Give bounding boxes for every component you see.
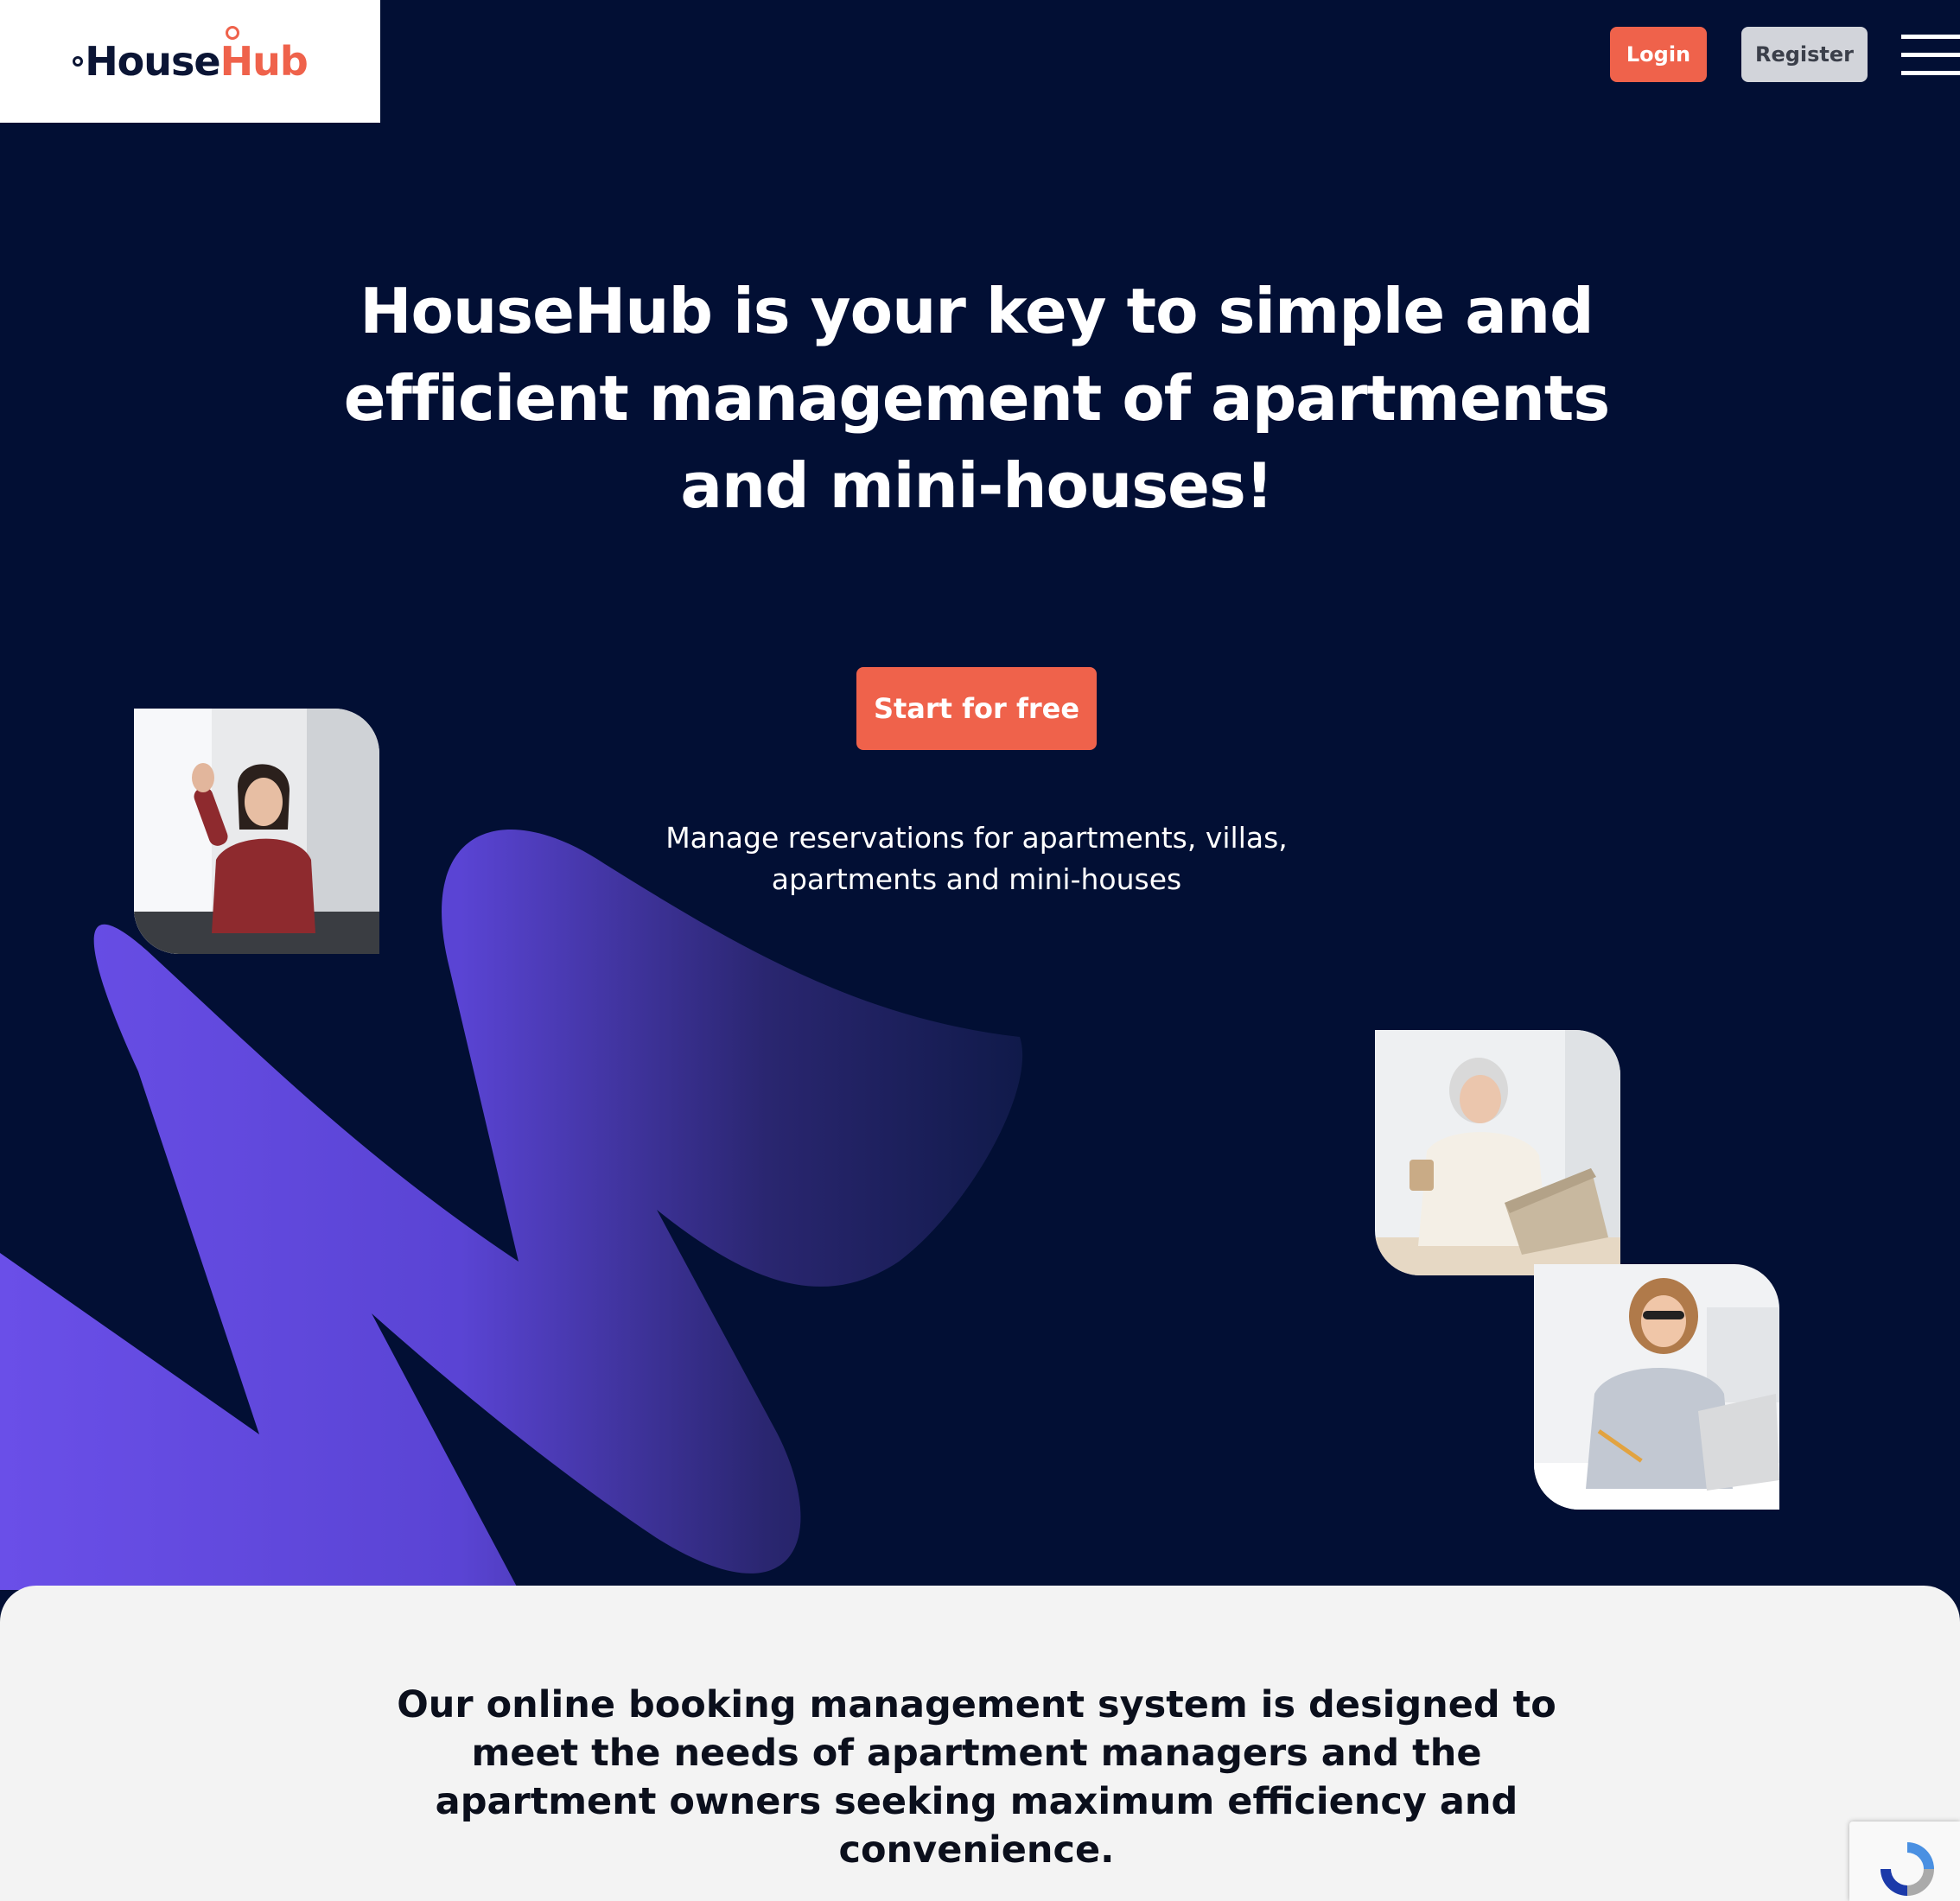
recaptcha-badge[interactable] xyxy=(1849,1822,1960,1901)
photo-woman-laptop xyxy=(1375,1030,1620,1275)
photo-woman-on-phone xyxy=(1534,1264,1779,1510)
hamburger-menu-icon[interactable] xyxy=(1901,35,1960,76)
start-for-free-button[interactable]: Start for free xyxy=(856,667,1097,750)
register-button[interactable]: Register xyxy=(1741,27,1868,82)
logo-text-prefix: House xyxy=(85,38,220,85)
login-button[interactable]: Login xyxy=(1610,27,1707,82)
logo-text-accent: Hub xyxy=(220,26,309,85)
hero-subtitle: Manage reservations for apartments, vill… xyxy=(665,821,1288,896)
recaptcha-icon xyxy=(1880,1842,1934,1896)
page: House Hub Login Register HouseHub is you… xyxy=(0,0,1960,1901)
key-ring-icon xyxy=(73,56,84,67)
hero-title: HouseHub is your key to simple and effic… xyxy=(343,275,1610,522)
intro-text: Our online booking management system is … xyxy=(397,1683,1556,1872)
logo-container[interactable]: House Hub xyxy=(0,0,380,123)
logo: House Hub xyxy=(73,26,309,85)
photo-woman-waving xyxy=(134,709,379,954)
